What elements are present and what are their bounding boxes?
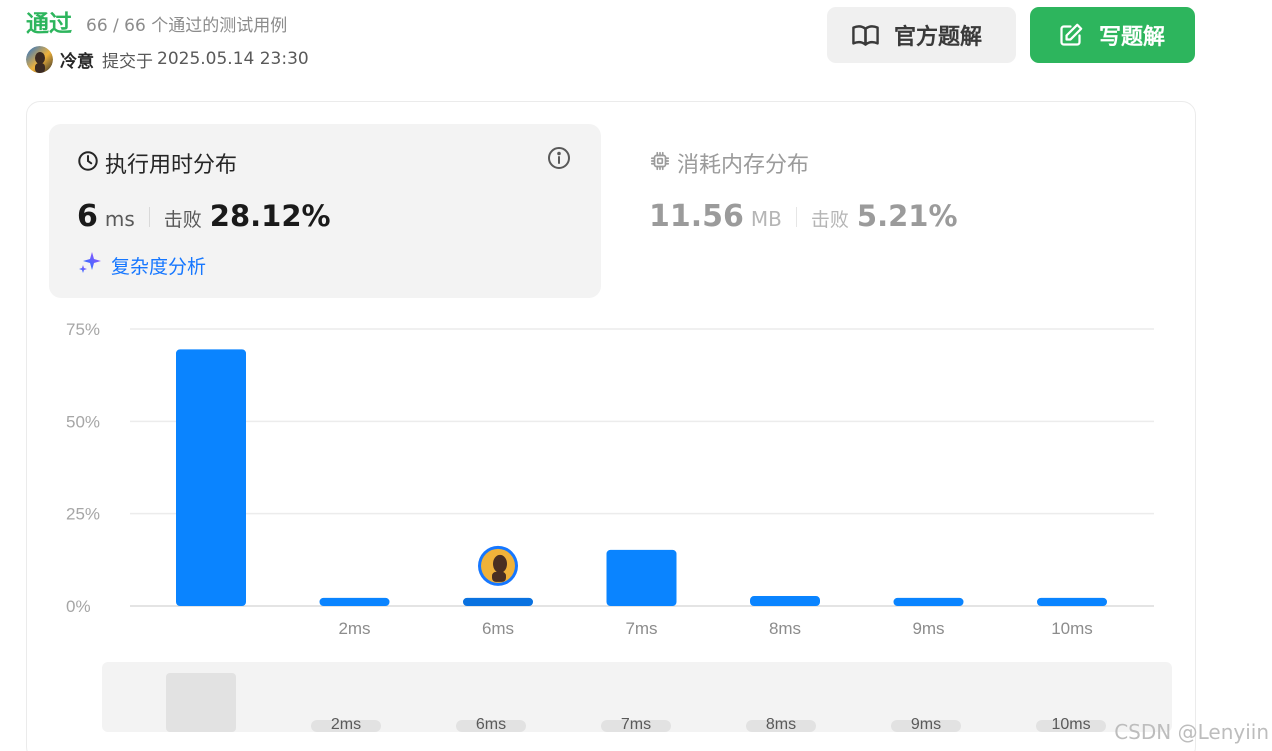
- submit-prefix: 提交于: [102, 51, 153, 72]
- book-open-icon: [851, 21, 880, 50]
- runtime-panel-header: 执行用时分布: [77, 147, 237, 179]
- memory-panel[interactable]: 消耗内存分布 11.56 MB 击败 5.21%: [649, 124, 1169, 298]
- runtime-beat-label: 击败: [163, 209, 202, 231]
- chart-bar[interactable]: [750, 596, 820, 606]
- chart-bar[interactable]: [606, 549, 677, 606]
- chip-icon: [649, 150, 671, 176]
- chart-bar[interactable]: [893, 597, 964, 606]
- clock-icon: [77, 150, 99, 176]
- memory-unit: MB: [750, 207, 782, 231]
- write-solution-label: 写题解: [1099, 25, 1166, 50]
- official-solution-button[interactable]: 官方题解: [827, 7, 1016, 63]
- stat-divider: [795, 206, 797, 227]
- memory-panel-header: 消耗内存分布: [649, 147, 809, 179]
- runtime-value: 6: [77, 199, 98, 234]
- runtime-panel[interactable]: 执行用时分布 6 ms 击败 28.12% 复杂度分析: [49, 124, 601, 298]
- memory-stats: 11.56 MB 击败 5.21%: [649, 199, 958, 234]
- complexity-analysis-link[interactable]: 复杂度分析: [77, 250, 206, 280]
- avatar[interactable]: [26, 45, 53, 73]
- runtime-title: 执行用时分布: [105, 153, 238, 178]
- submitter-info: 冷意 提交于 2025.05.14 23:30: [26, 45, 309, 73]
- test-case-count: 66 / 66 个通过的测试用例: [86, 16, 288, 36]
- memory-beat-label: 击败: [810, 209, 849, 231]
- write-solution-button[interactable]: 写题解: [1030, 7, 1195, 63]
- edit-icon: [1056, 21, 1085, 50]
- memory-title: 消耗内存分布: [677, 153, 810, 178]
- runtime-unit: ms: [104, 207, 135, 231]
- chart-range-navigator[interactable]: [102, 662, 1172, 732]
- chart-bar[interactable]: [176, 349, 246, 606]
- info-icon[interactable]: [547, 146, 571, 170]
- memory-value: 11.56: [649, 199, 744, 234]
- sparkle-icon: [77, 250, 103, 280]
- submit-time: 2025.05.14 23:30: [157, 49, 309, 69]
- chart-bar[interactable]: [319, 597, 390, 606]
- submission-status-row: 通过 66 / 66 个通过的测试用例: [26, 4, 287, 38]
- stat-divider: [148, 206, 150, 227]
- status-title: 通过: [26, 11, 72, 37]
- complexity-label: 复杂度分析: [111, 255, 207, 278]
- official-solution-label: 官方题解: [894, 25, 983, 50]
- runtime-beat-percent: 28.12%: [209, 199, 331, 233]
- user-name-link[interactable]: 冷意: [60, 47, 94, 72]
- runtime-stats: 6 ms 击败 28.12%: [77, 199, 331, 234]
- memory-beat-percent: 5.21%: [856, 199, 958, 233]
- chart-bar[interactable]: [463, 597, 533, 606]
- chart-bar[interactable]: [1037, 597, 1107, 606]
- watermark: CSDN @Lenyiin: [1114, 720, 1269, 744]
